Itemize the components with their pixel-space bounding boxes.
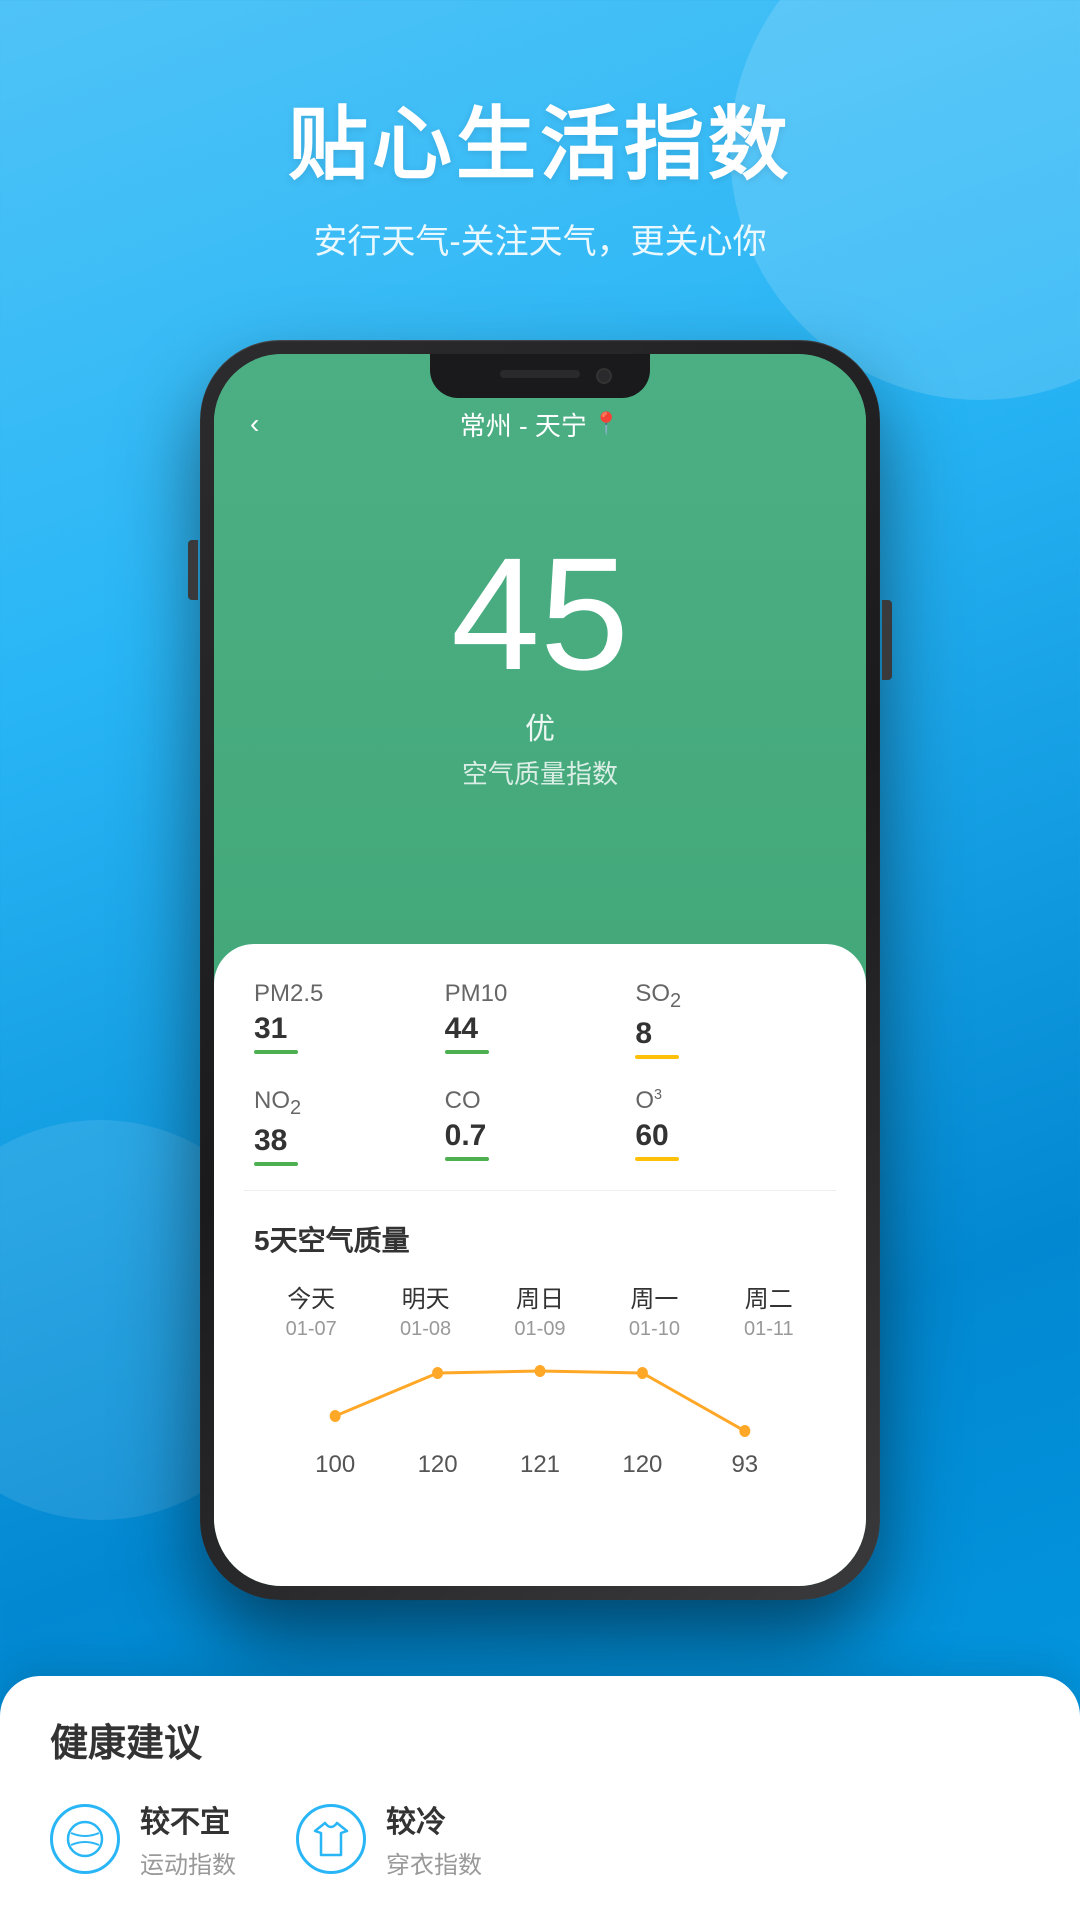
shirt-icon-svg <box>311 1819 351 1859</box>
pollutant-name-pm10: PM10 <box>445 980 636 1008</box>
chart-svg <box>284 1351 796 1451</box>
health-card: 健康建议 较不宜 运动指数 较冷 穿衣 <box>0 1676 1080 1920</box>
day-col-2: 周日 01-09 <box>483 1279 597 1341</box>
pollutant-value-o3: 60 <box>635 1119 826 1153</box>
pollutant-pm25: PM2.5 31 <box>254 980 445 1059</box>
five-day-title: 5天空气质量 <box>254 1219 826 1259</box>
pollutant-value-pm10: 44 <box>445 1012 636 1046</box>
pollutant-bar-pm10 <box>445 1050 489 1054</box>
pollutant-grid: PM2.5 31 PM10 44 SO2 8 <box>214 944 866 1190</box>
chart-dot-0 <box>330 1410 341 1422</box>
aqi-line-chart <box>284 1351 796 1451</box>
day-label-3: 周一 <box>597 1279 711 1314</box>
pollutant-value-pm25: 31 <box>254 1012 445 1046</box>
pollutant-o3: O3 60 <box>635 1087 826 1166</box>
health-name-clothing: 较冷 <box>386 1797 482 1841</box>
phone-status-bar: ‹ 常州 - 天宁 📍 <box>214 404 866 444</box>
aqi-val-1: 120 <box>386 1451 488 1479</box>
back-button[interactable]: ‹ <box>250 408 259 440</box>
pollutant-so2: SO2 8 <box>635 980 826 1059</box>
pollutant-name-no2: NO2 <box>254 1087 445 1120</box>
pollutant-name-o3: O3 <box>635 1087 826 1115</box>
pollutant-value-co: 0.7 <box>445 1119 636 1153</box>
aqi-label: 空气质量指数 <box>462 754 618 791</box>
pollutant-bar-so2 <box>635 1055 679 1059</box>
pollutant-pm10: PM10 44 <box>445 980 636 1059</box>
health-item-clothing: 较冷 穿衣指数 <box>296 1797 482 1880</box>
pollutant-name-pm25: PM2.5 <box>254 980 445 1008</box>
pollutant-bar-o3 <box>635 1157 679 1161</box>
sub-title: 安行天气-关注天气，更关心你 <box>0 214 1080 263</box>
clothing-icon <box>296 1804 366 1874</box>
phone-mockup: ‹ 常州 - 天宁 📍 45 优 空气质量指数 PM2.5 <box>200 340 880 1600</box>
aqi-val-0: 100 <box>284 1451 386 1479</box>
health-name-exercise: 较不宜 <box>140 1797 236 1841</box>
location-text: 常州 - 天宁 <box>460 406 587 443</box>
day-date-3: 01-10 <box>597 1318 711 1341</box>
day-label-2: 周日 <box>483 1279 597 1314</box>
day-date-2: 01-09 <box>483 1318 597 1341</box>
day-col-0: 今天 01-07 <box>254 1279 368 1341</box>
day-date-1: 01-08 <box>368 1318 482 1341</box>
phone-outer-frame: ‹ 常州 - 天宁 📍 45 优 空气质量指数 PM2.5 <box>200 340 880 1600</box>
pollutant-name-co: CO <box>445 1087 636 1115</box>
health-items: 较不宜 运动指数 较冷 穿衣指数 <box>50 1797 1030 1880</box>
day-col-3: 周一 01-10 <box>597 1279 711 1341</box>
health-text-clothing: 较冷 穿衣指数 <box>386 1797 482 1880</box>
aqi-val-2: 121 <box>489 1451 591 1479</box>
tennis-icon-svg <box>65 1819 105 1859</box>
day-date-0: 01-07 <box>254 1318 368 1341</box>
health-sub-exercise: 运动指数 <box>140 1845 236 1880</box>
five-day-section: 5天空气质量 今天 01-07 明天 01-08 周日 01-09 <box>214 1191 866 1499</box>
aqi-quality: 优 <box>525 704 555 748</box>
location-display: 常州 - 天宁 📍 <box>460 406 621 443</box>
chart-dot-3 <box>637 1367 648 1379</box>
day-col-1: 明天 01-08 <box>368 1279 482 1341</box>
aqi-val-4: 93 <box>694 1451 796 1479</box>
day-label-0: 今天 <box>254 1279 368 1314</box>
chart-dot-1 <box>432 1367 443 1379</box>
day-col-4: 周二 01-11 <box>712 1279 826 1341</box>
health-sub-clothing: 穿衣指数 <box>386 1845 482 1880</box>
pollutant-name-so2: SO2 <box>635 980 826 1013</box>
pollutant-no2: NO2 38 <box>254 1087 445 1166</box>
notch-speaker <box>500 370 580 378</box>
pollutant-co: CO 0.7 <box>445 1087 636 1166</box>
health-title: 健康建议 <box>50 1712 1030 1767</box>
day-date-4: 01-11 <box>712 1318 826 1341</box>
health-item-exercise: 较不宜 运动指数 <box>50 1797 236 1880</box>
aqi-values-row: 100 120 121 120 93 <box>254 1451 826 1479</box>
aqi-value: 45 <box>451 534 629 694</box>
pollutant-value-no2: 38 <box>254 1124 445 1158</box>
five-day-grid: 今天 01-07 明天 01-08 周日 01-09 周一 <box>254 1279 826 1341</box>
main-title: 贴心生活指数 <box>0 80 1080 196</box>
chart-dot-4 <box>739 1425 750 1437</box>
white-content-area: PM2.5 31 PM10 44 SO2 8 <box>214 944 866 1586</box>
phone-notch <box>430 354 650 398</box>
location-pin-icon: 📍 <box>593 411 620 437</box>
chart-dot-2 <box>535 1365 546 1377</box>
phone-screen: ‹ 常州 - 天宁 📍 45 优 空气质量指数 PM2.5 <box>214 354 866 1586</box>
pollutant-bar-no2 <box>254 1162 298 1166</box>
pollutant-bar-co <box>445 1157 489 1161</box>
pollutant-bar-pm25 <box>254 1050 298 1054</box>
green-header-area: ‹ 常州 - 天宁 📍 45 优 空气质量指数 <box>214 354 866 974</box>
header-section: 贴心生活指数 安行天气-关注天气，更关心你 <box>0 80 1080 263</box>
health-text-exercise: 较不宜 运动指数 <box>140 1797 236 1880</box>
notch-camera <box>596 368 612 384</box>
chart-line <box>335 1371 745 1431</box>
day-label-1: 明天 <box>368 1279 482 1314</box>
day-label-4: 周二 <box>712 1279 826 1314</box>
aqi-val-3: 120 <box>591 1451 693 1479</box>
pollutant-value-so2: 8 <box>635 1017 826 1051</box>
exercise-icon <box>50 1804 120 1874</box>
